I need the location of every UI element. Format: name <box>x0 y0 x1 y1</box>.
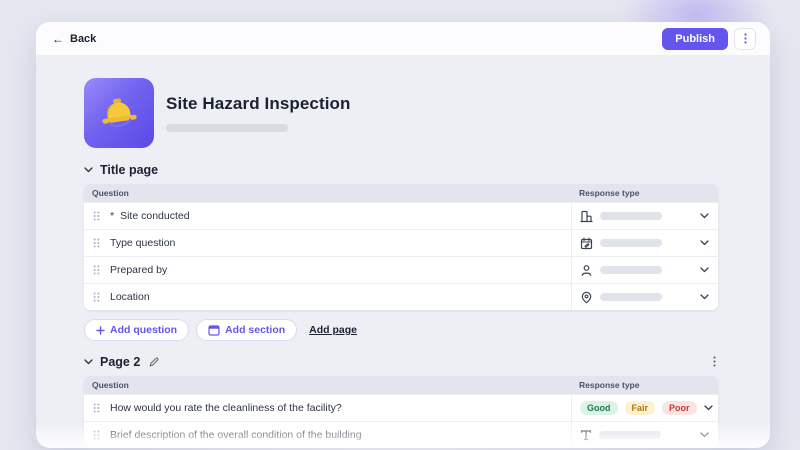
chevron-down-icon[interactable] <box>700 432 709 438</box>
drag-handle-icon[interactable] <box>93 403 100 413</box>
table-header-row: Question Response type <box>84 376 718 394</box>
add-section-icon <box>208 325 220 336</box>
person-icon <box>580 264 593 277</box>
question-text[interactable]: Site conducted <box>120 210 189 222</box>
description-skeleton <box>166 124 288 132</box>
publish-button[interactable]: Publish <box>662 28 728 50</box>
question-row-prepared-by[interactable]: Prepared by <box>84 256 718 283</box>
drag-handle-icon[interactable] <box>93 211 100 221</box>
chevron-down-icon[interactable] <box>704 405 713 411</box>
table-header-row: Question Response type <box>84 184 718 202</box>
back-arrow-icon: ← <box>52 33 64 45</box>
question-row-site-conducted[interactable]: * Site conducted <box>84 202 718 229</box>
question-text[interactable]: Type question <box>110 237 175 249</box>
title-page-header[interactable]: Title page <box>84 163 718 177</box>
editor-card: ← Back Publish <box>36 22 770 448</box>
page2-more-options-button[interactable] <box>711 354 718 369</box>
drag-handle-icon[interactable] <box>93 430 100 440</box>
collapse-chevron-icon[interactable] <box>84 359 93 365</box>
response-type-column-header: Response type <box>571 184 718 202</box>
response-skeleton <box>600 293 662 301</box>
text-icon <box>580 429 592 441</box>
page2-question-table: Question Response type How would you rat… <box>84 376 718 448</box>
page2-header[interactable]: Page 2 <box>84 354 718 369</box>
page2-label: Page 2 <box>100 355 140 369</box>
question-row-location[interactable]: Location <box>84 283 718 310</box>
kebab-icon <box>744 33 747 44</box>
template-title[interactable]: Site Hazard Inspection <box>166 94 351 114</box>
response-chip-good: Good <box>580 401 618 415</box>
add-question-button[interactable]: Add question <box>84 319 189 341</box>
hard-hat-icon <box>96 90 142 136</box>
question-text[interactable]: Location <box>110 291 150 303</box>
chevron-down-icon[interactable] <box>700 240 709 246</box>
add-section-button[interactable]: Add section <box>196 319 297 341</box>
response-type-column-header: Response type <box>571 376 718 394</box>
drag-handle-icon[interactable] <box>93 292 100 302</box>
question-text[interactable]: How would you rate the cleanliness of th… <box>110 402 342 414</box>
response-skeleton <box>599 431 661 439</box>
question-row-brief-description[interactable]: Brief description of the overall conditi… <box>84 421 718 448</box>
back-label: Back <box>70 33 96 45</box>
question-column-header: Question <box>84 376 571 394</box>
response-chip-poor: Poor <box>662 401 697 415</box>
required-marker: * <box>110 210 114 222</box>
back-button[interactable]: ← Back <box>52 33 96 45</box>
chevron-down-icon[interactable] <box>700 213 709 219</box>
response-type-cell[interactable] <box>571 284 718 310</box>
question-column-header: Question <box>84 184 571 202</box>
question-row-type-question[interactable]: Type question <box>84 229 718 256</box>
template-editor-screen: ← Back Publish <box>0 0 800 450</box>
response-type-cell[interactable] <box>571 203 718 229</box>
template-image[interactable] <box>84 78 154 148</box>
question-text[interactable]: Brief description of the overall conditi… <box>110 429 362 441</box>
response-skeleton <box>600 239 662 247</box>
collapse-chevron-icon[interactable] <box>84 167 93 173</box>
more-options-button[interactable] <box>734 28 756 50</box>
chevron-down-icon[interactable] <box>700 267 709 273</box>
response-skeleton <box>600 266 662 274</box>
add-section-label: Add section <box>225 324 285 336</box>
page-actions: Add question Add section Add page <box>84 319 718 341</box>
date-icon <box>580 237 593 250</box>
template-header: Site Hazard Inspection <box>84 78 718 148</box>
chevron-down-icon[interactable] <box>700 294 709 300</box>
response-skeleton <box>600 212 662 220</box>
top-bar: ← Back Publish <box>36 22 770 55</box>
question-row-cleanliness[interactable]: How would you rate the cleanliness of th… <box>84 394 718 421</box>
add-question-label: Add question <box>110 324 177 336</box>
location-pin-icon <box>580 291 593 304</box>
plus-icon <box>96 326 105 335</box>
response-type-cell[interactable] <box>571 422 718 448</box>
kebab-icon <box>713 356 716 367</box>
drag-handle-icon[interactable] <box>93 265 100 275</box>
response-type-cell[interactable] <box>571 257 718 283</box>
response-chip-fair: Fair <box>625 401 656 415</box>
drag-handle-icon[interactable] <box>93 238 100 248</box>
title-page-question-table: Question Response type * Site conducted <box>84 184 718 310</box>
title-page-label: Title page <box>100 163 158 177</box>
add-page-button[interactable]: Add page <box>309 324 357 336</box>
response-type-cell[interactable] <box>571 230 718 256</box>
question-text[interactable]: Prepared by <box>110 264 167 276</box>
edit-pencil-icon[interactable] <box>149 357 159 367</box>
site-icon <box>580 210 593 223</box>
response-type-cell[interactable]: Good Fair Poor <box>571 395 718 421</box>
